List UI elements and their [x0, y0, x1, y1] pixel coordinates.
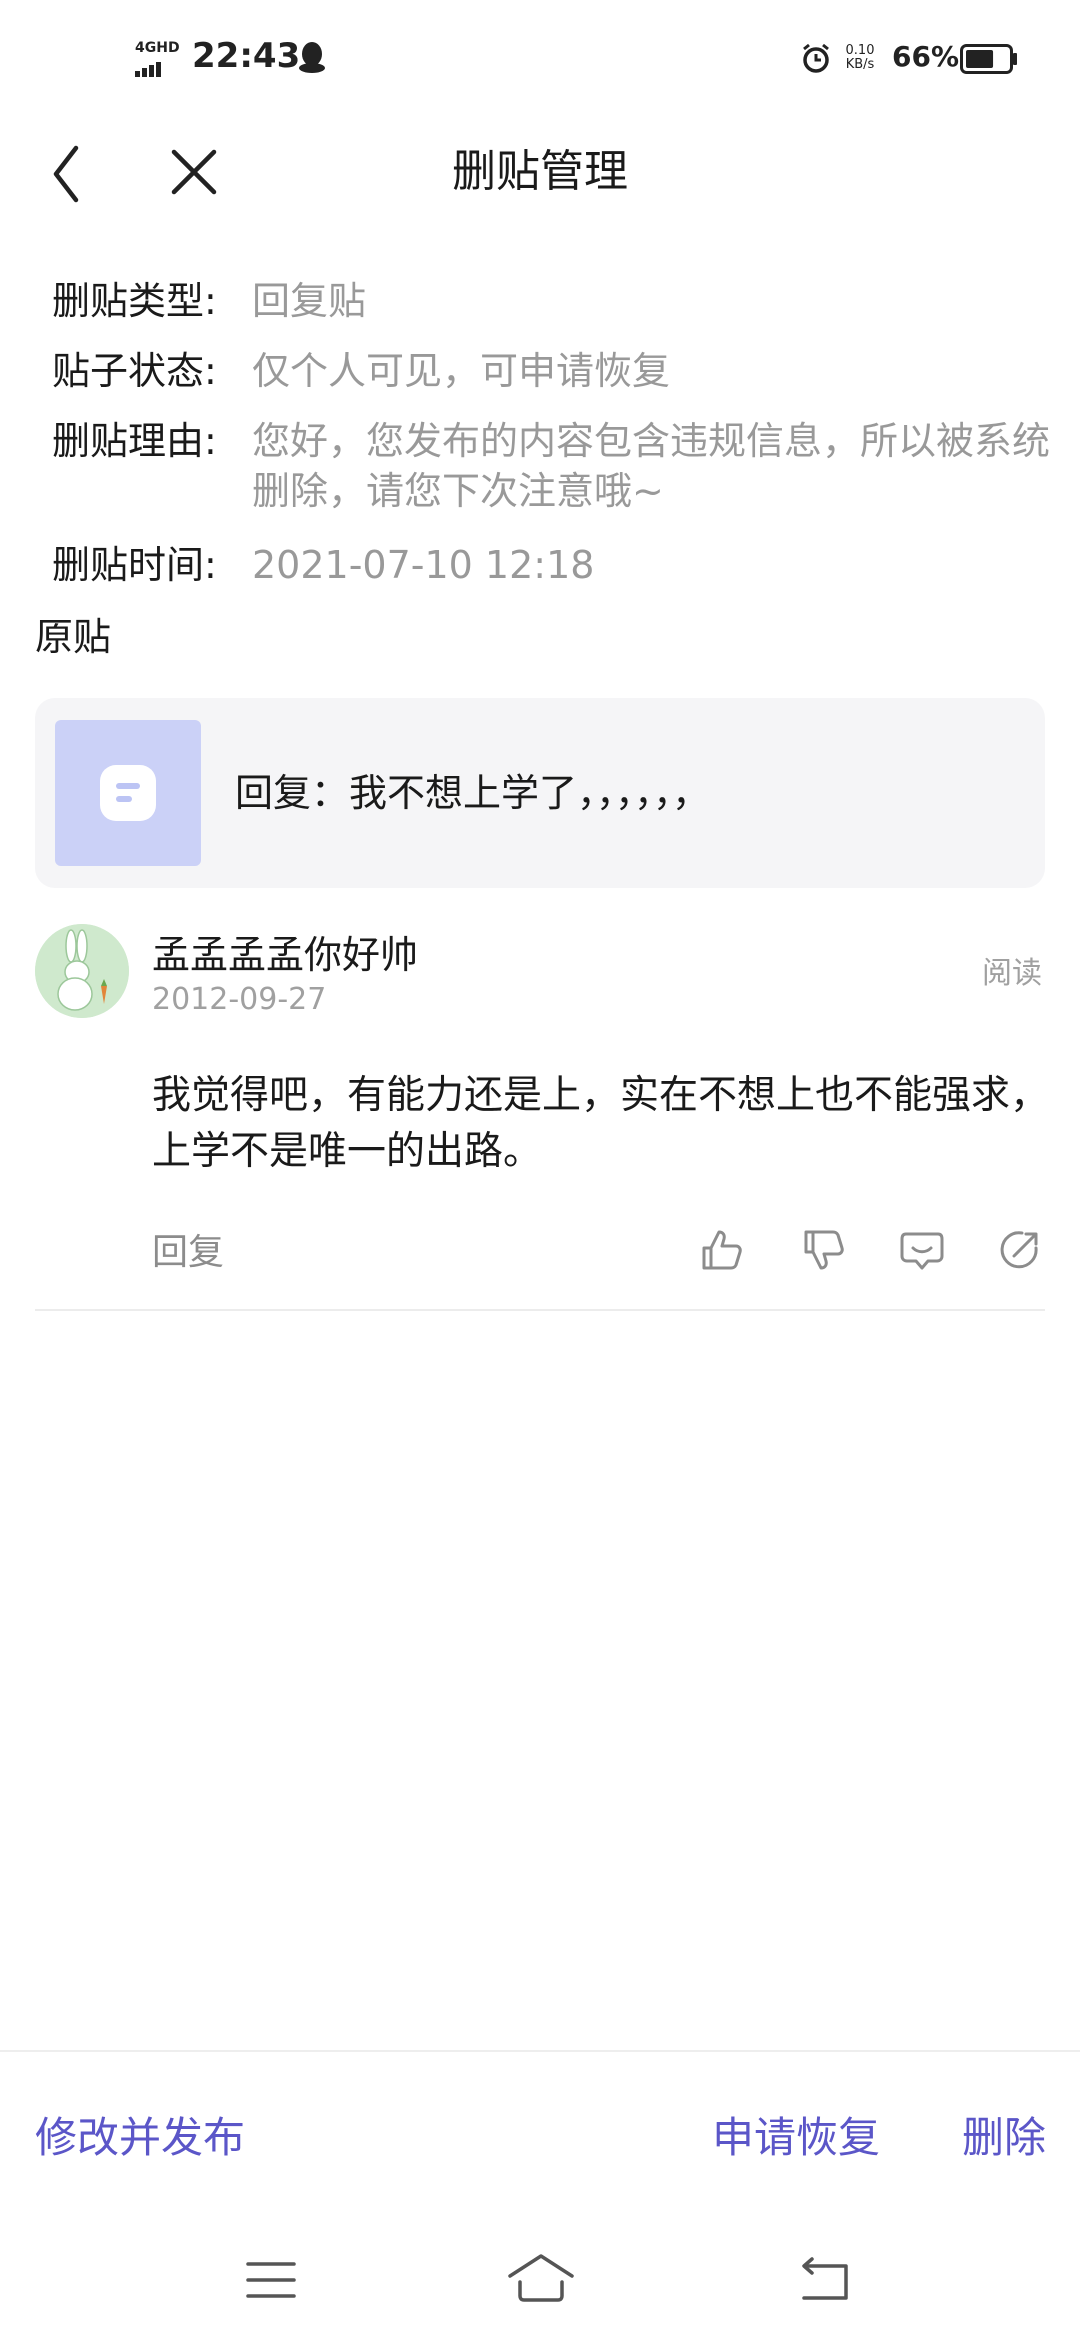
- time-label: 删贴时间:: [52, 543, 217, 587]
- qq-penguin-icon: [298, 40, 326, 74]
- close-icon: [171, 149, 217, 195]
- reply-button[interactable]: 回复: [152, 1228, 224, 1278]
- like-button[interactable]: [698, 1226, 746, 1274]
- rabbit-avatar-icon: [35, 924, 129, 1018]
- divider: [35, 1309, 1045, 1311]
- nav-bar: 删贴管理: [0, 120, 1080, 240]
- author-name[interactable]: 孟孟孟孟你好帅: [152, 930, 418, 980]
- avatar[interactable]: [35, 924, 129, 1018]
- system-nav-bar: [0, 2240, 1080, 2340]
- reason-value: 您好，您发布的内容包含违规信息，所以被系统删除，请您下次注意哦~: [252, 419, 1051, 513]
- network-speed: 0.10 KB/s: [840, 44, 880, 72]
- type-label: 删贴类型:: [52, 279, 217, 323]
- share-icon: [1000, 1231, 1038, 1269]
- chevron-left-icon: [53, 145, 79, 203]
- delete-button[interactable]: 删除: [962, 2108, 1046, 2168]
- share-button[interactable]: [996, 1226, 1044, 1274]
- original-post-text: 回复：我不想上学了，，，，，，: [235, 771, 711, 815]
- reason-label: 删贴理由:: [52, 419, 217, 463]
- status-time: 22:43: [192, 36, 301, 76]
- bottom-action-bar: 修改并发布 申请恢复 删除: [0, 2050, 1080, 2242]
- system-back-button[interactable]: [796, 2256, 852, 2304]
- status-bar: 4GHD 22:43 0.10 KB/s 66%: [0, 0, 1080, 120]
- status-value: 仅个人可见，可申请恢复: [252, 349, 671, 393]
- time-value: 2021-07-10 12:18: [252, 543, 595, 587]
- reply-content: 我觉得吧，有能力还是上，实在不想上也不能强求，上学不是唯一的出路。: [152, 1073, 1050, 1174]
- post-date: 2012-09-27: [152, 982, 327, 1017]
- signal-icon: [135, 58, 163, 77]
- thumbs-down-icon: [804, 1230, 844, 1270]
- original-post-title: 原贴: [35, 615, 112, 659]
- post-doc-icon: [100, 765, 156, 821]
- battery-icon: [960, 44, 1018, 74]
- speed-value: 0.10: [845, 43, 875, 58]
- comment-icon: [900, 1232, 944, 1270]
- type-value: 回复贴: [252, 279, 367, 323]
- back-arrow-icon: [802, 2257, 848, 2300]
- alarm-icon: [800, 42, 832, 74]
- original-post-card[interactable]: 回复：我不想上学了，，，，，，: [35, 698, 1045, 888]
- post-thumbnail: [55, 720, 201, 866]
- page: 4GHD 22:43 0.10 KB/s 66% 删贴管理 删贴类型: 回复贴 …: [0, 0, 1080, 2340]
- home-icon: [508, 2254, 574, 2302]
- comment-button[interactable]: [898, 1226, 946, 1274]
- page-title: 删贴管理: [452, 146, 628, 197]
- network-label: 4GHD: [135, 40, 180, 56]
- speed-unit: KB/s: [845, 57, 875, 72]
- request-restore-button[interactable]: 申请恢复: [712, 2108, 880, 2168]
- status-label: 贴子状态:: [52, 349, 217, 393]
- home-button[interactable]: [506, 2252, 576, 2304]
- read-button[interactable]: 阅读: [982, 956, 1042, 992]
- close-button[interactable]: [164, 142, 224, 202]
- battery-percent: 66%: [892, 40, 960, 73]
- back-button[interactable]: [46, 134, 90, 214]
- edit-and-publish-button[interactable]: 修改并发布: [35, 2108, 245, 2168]
- info-row-reason: 删贴理由: 您好，您发布的内容包含违规信息，所以被系统删除，请您下次注意哦~: [52, 416, 1052, 526]
- thumbs-up-icon: [702, 1230, 742, 1270]
- network-indicator: 4GHD: [135, 40, 191, 77]
- dislike-button[interactable]: [800, 1226, 848, 1274]
- recent-apps-button[interactable]: [246, 2258, 296, 2302]
- menu-icon: [246, 2262, 296, 2298]
